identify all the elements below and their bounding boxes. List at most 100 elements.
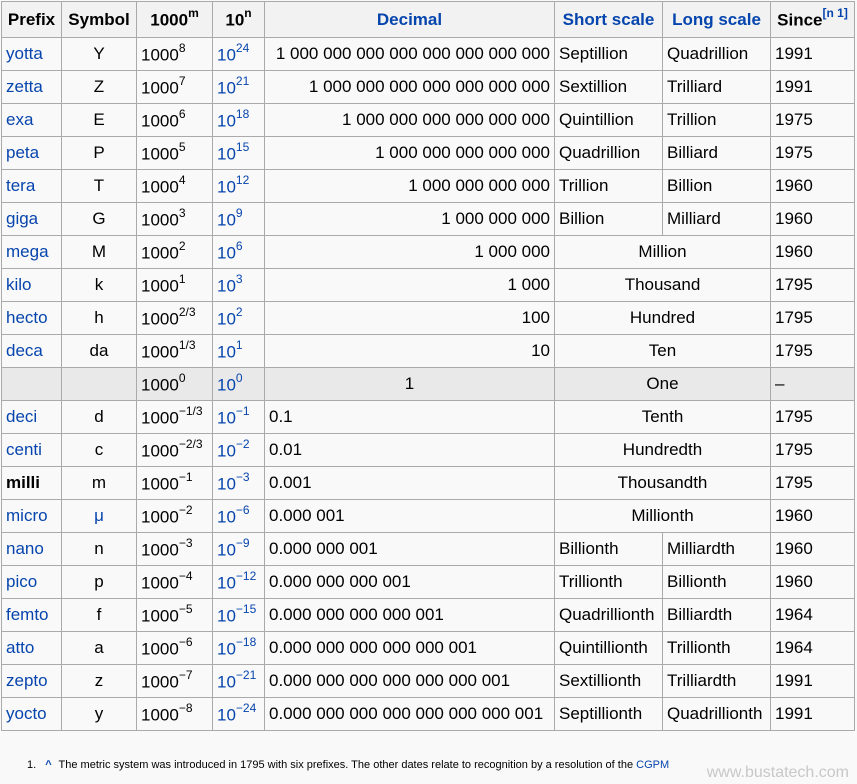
prefix-cell[interactable]: nano xyxy=(1,532,62,566)
symbol-cell: T xyxy=(61,169,137,203)
prefix-cell[interactable]: tera xyxy=(1,169,62,203)
ten-exponent: −18 xyxy=(235,634,257,649)
since-cell: 1960 xyxy=(770,235,855,269)
symbol-cell: p xyxy=(61,565,137,599)
ten-power-cell[interactable]: 10−2 xyxy=(212,433,265,467)
symbol-cell: k xyxy=(61,268,137,302)
table-body: yotta Y 10008 1024 1 000 000 000 000 000 000… xyxy=(1,37,855,731)
prefix-cell[interactable]: kilo xyxy=(1,268,62,302)
ten-power-cell[interactable]: 10−21 xyxy=(212,664,265,698)
footnote-cgpm-link[interactable]: CGPM xyxy=(636,759,669,771)
ten-power-cell[interactable]: 103 xyxy=(212,268,265,302)
prefix-cell[interactable]: pico xyxy=(1,565,62,599)
header-thousand-power[interactable]: 1000m xyxy=(136,1,213,38)
table-row: centi c 1000−2/3 10−2 0.01 Hundredth 1795 xyxy=(1,433,855,467)
table-row: giga G 10003 109 1 000 000 000 Billion Milliar… xyxy=(1,202,855,236)
ten-base: 10 xyxy=(217,144,236,164)
prefix-cell[interactable]: zepto xyxy=(1,664,62,698)
ten-power-cell[interactable]: 106 xyxy=(212,235,265,269)
ten-power-cell[interactable]: 10−1 xyxy=(212,400,265,434)
thousand-exponent: 6 xyxy=(178,106,186,121)
ten-base: 10 xyxy=(217,177,236,197)
thousand-power-cell: 1000−2/3 xyxy=(136,433,213,467)
thousand-exponent: 0 xyxy=(178,370,186,385)
thousand-exponent: −1/3 xyxy=(178,403,203,418)
decimal-cell: 100 xyxy=(264,301,555,335)
ten-base: 10 xyxy=(217,309,236,329)
thousand-exponent: −6 xyxy=(178,634,193,649)
thousand-base: 1000 xyxy=(141,177,179,197)
since-footnote-ref[interactable]: [n 1] xyxy=(823,6,848,20)
decimal-cell: 0.000 000 000 000 000 000 000 001 xyxy=(264,697,555,731)
thousand-base: 1000 xyxy=(141,111,179,131)
symbol-cell[interactable]: μ xyxy=(61,499,137,533)
ten-power-cell[interactable]: 101 xyxy=(212,334,265,368)
ten-power-cell[interactable]: 100 xyxy=(212,367,265,401)
thousand-exponent: 2 xyxy=(178,238,186,253)
header-short-scale[interactable]: Short scale xyxy=(554,1,663,38)
header-prefix[interactable]: Prefix xyxy=(1,1,62,38)
prefix-cell[interactable]: hecto xyxy=(1,301,62,335)
ten-power-cell[interactable]: 10−18 xyxy=(212,631,265,665)
short-scale-cell: Sextillion xyxy=(554,70,663,104)
ten-power-cell[interactable]: 10−24 xyxy=(212,697,265,731)
prefix-cell[interactable]: centi xyxy=(1,433,62,467)
short-scale-cell: Septillion xyxy=(554,37,663,71)
prefix-cell[interactable]: peta xyxy=(1,136,62,170)
ten-power-cell[interactable]: 10−15 xyxy=(212,598,265,632)
prefix-cell[interactable]: atto xyxy=(1,631,62,665)
header-since[interactable]: Since[n 1] xyxy=(770,1,855,38)
thousand-base: 1000 xyxy=(141,606,179,626)
prefix-cell[interactable]: exa xyxy=(1,103,62,137)
prefix-cell[interactable]: deci xyxy=(1,400,62,434)
table-row: kilo k 10001 103 1 000 Thousand 1795 xyxy=(1,268,855,302)
footnote-backlink[interactable]: ^ xyxy=(45,759,51,771)
ten-power-cell[interactable]: 1024 xyxy=(212,37,265,71)
thousand-base: 1000 xyxy=(141,573,179,593)
ten-power-cell[interactable]: 1015 xyxy=(212,136,265,170)
header-decimal[interactable]: Decimal xyxy=(264,1,555,38)
thousand-exponent: −8 xyxy=(178,700,193,715)
table-row: zetta Z 10007 1021 1 000 000 000 000 000 000… xyxy=(1,70,855,104)
table-row: tera T 10004 1012 1 000 000 000 000 Trillion B… xyxy=(1,169,855,203)
ten-power-cell[interactable]: 10−12 xyxy=(212,565,265,599)
thousand-power-cell: 1000−6 xyxy=(136,631,213,665)
ten-power-cell[interactable]: 10−9 xyxy=(212,532,265,566)
table-row: micro μ 1000−2 10−6 0.000 001 Millionth 1960 xyxy=(1,499,855,533)
header-row: Prefix Symbol 1000m 10n Decimal Short sc… xyxy=(1,1,855,38)
decimal-cell: 1 000 000 000 000 xyxy=(264,169,555,203)
long-scale-cell: Quadrillion xyxy=(662,37,771,71)
header-long-scale[interactable]: Long scale xyxy=(662,1,771,38)
thousand-power-cell: 1000−7 xyxy=(136,664,213,698)
ten-base: 10 xyxy=(217,210,236,230)
thousand-power-cell: 10003 xyxy=(136,202,213,236)
ten-power-cell[interactable]: 1012 xyxy=(212,169,265,203)
prefix-cell[interactable]: femto xyxy=(1,598,62,632)
decimal-cell: 0.000 000 000 001 xyxy=(264,565,555,599)
table-row: deci d 1000−1/3 10−1 0.1 Tenth 1795 xyxy=(1,400,855,434)
ten-power-cell[interactable]: 10−6 xyxy=(212,499,265,533)
thousand-power-cell: 10000 xyxy=(136,367,213,401)
ten-power-cell[interactable]: 1018 xyxy=(212,103,265,137)
prefix-cell[interactable]: giga xyxy=(1,202,62,236)
decimal-cell: 0.000 000 001 xyxy=(264,532,555,566)
prefix-cell[interactable]: deca xyxy=(1,334,62,368)
ten-power-cell[interactable]: 102 xyxy=(212,301,265,335)
long-scale-cell: Milliardth xyxy=(662,532,771,566)
scale-cell: One xyxy=(554,367,771,401)
prefix-cell[interactable]: yocto xyxy=(1,697,62,731)
ten-power-cell[interactable]: 10−3 xyxy=(212,466,265,500)
prefix-cell[interactable]: yotta xyxy=(1,37,62,71)
prefix-cell[interactable]: micro xyxy=(1,499,62,533)
since-cell: 1975 xyxy=(770,103,855,137)
ten-power-cell[interactable]: 1021 xyxy=(212,70,265,104)
since-cell: 1975 xyxy=(770,136,855,170)
header-symbol[interactable]: Symbol xyxy=(61,1,137,38)
prefix-cell[interactable]: zetta xyxy=(1,70,62,104)
since-cell: 1795 xyxy=(770,400,855,434)
since-cell: 1991 xyxy=(770,70,855,104)
ten-base: 10 xyxy=(217,507,236,527)
ten-power-cell[interactable]: 109 xyxy=(212,202,265,236)
header-ten-power[interactable]: 10n xyxy=(212,1,265,38)
prefix-cell[interactable]: mega xyxy=(1,235,62,269)
